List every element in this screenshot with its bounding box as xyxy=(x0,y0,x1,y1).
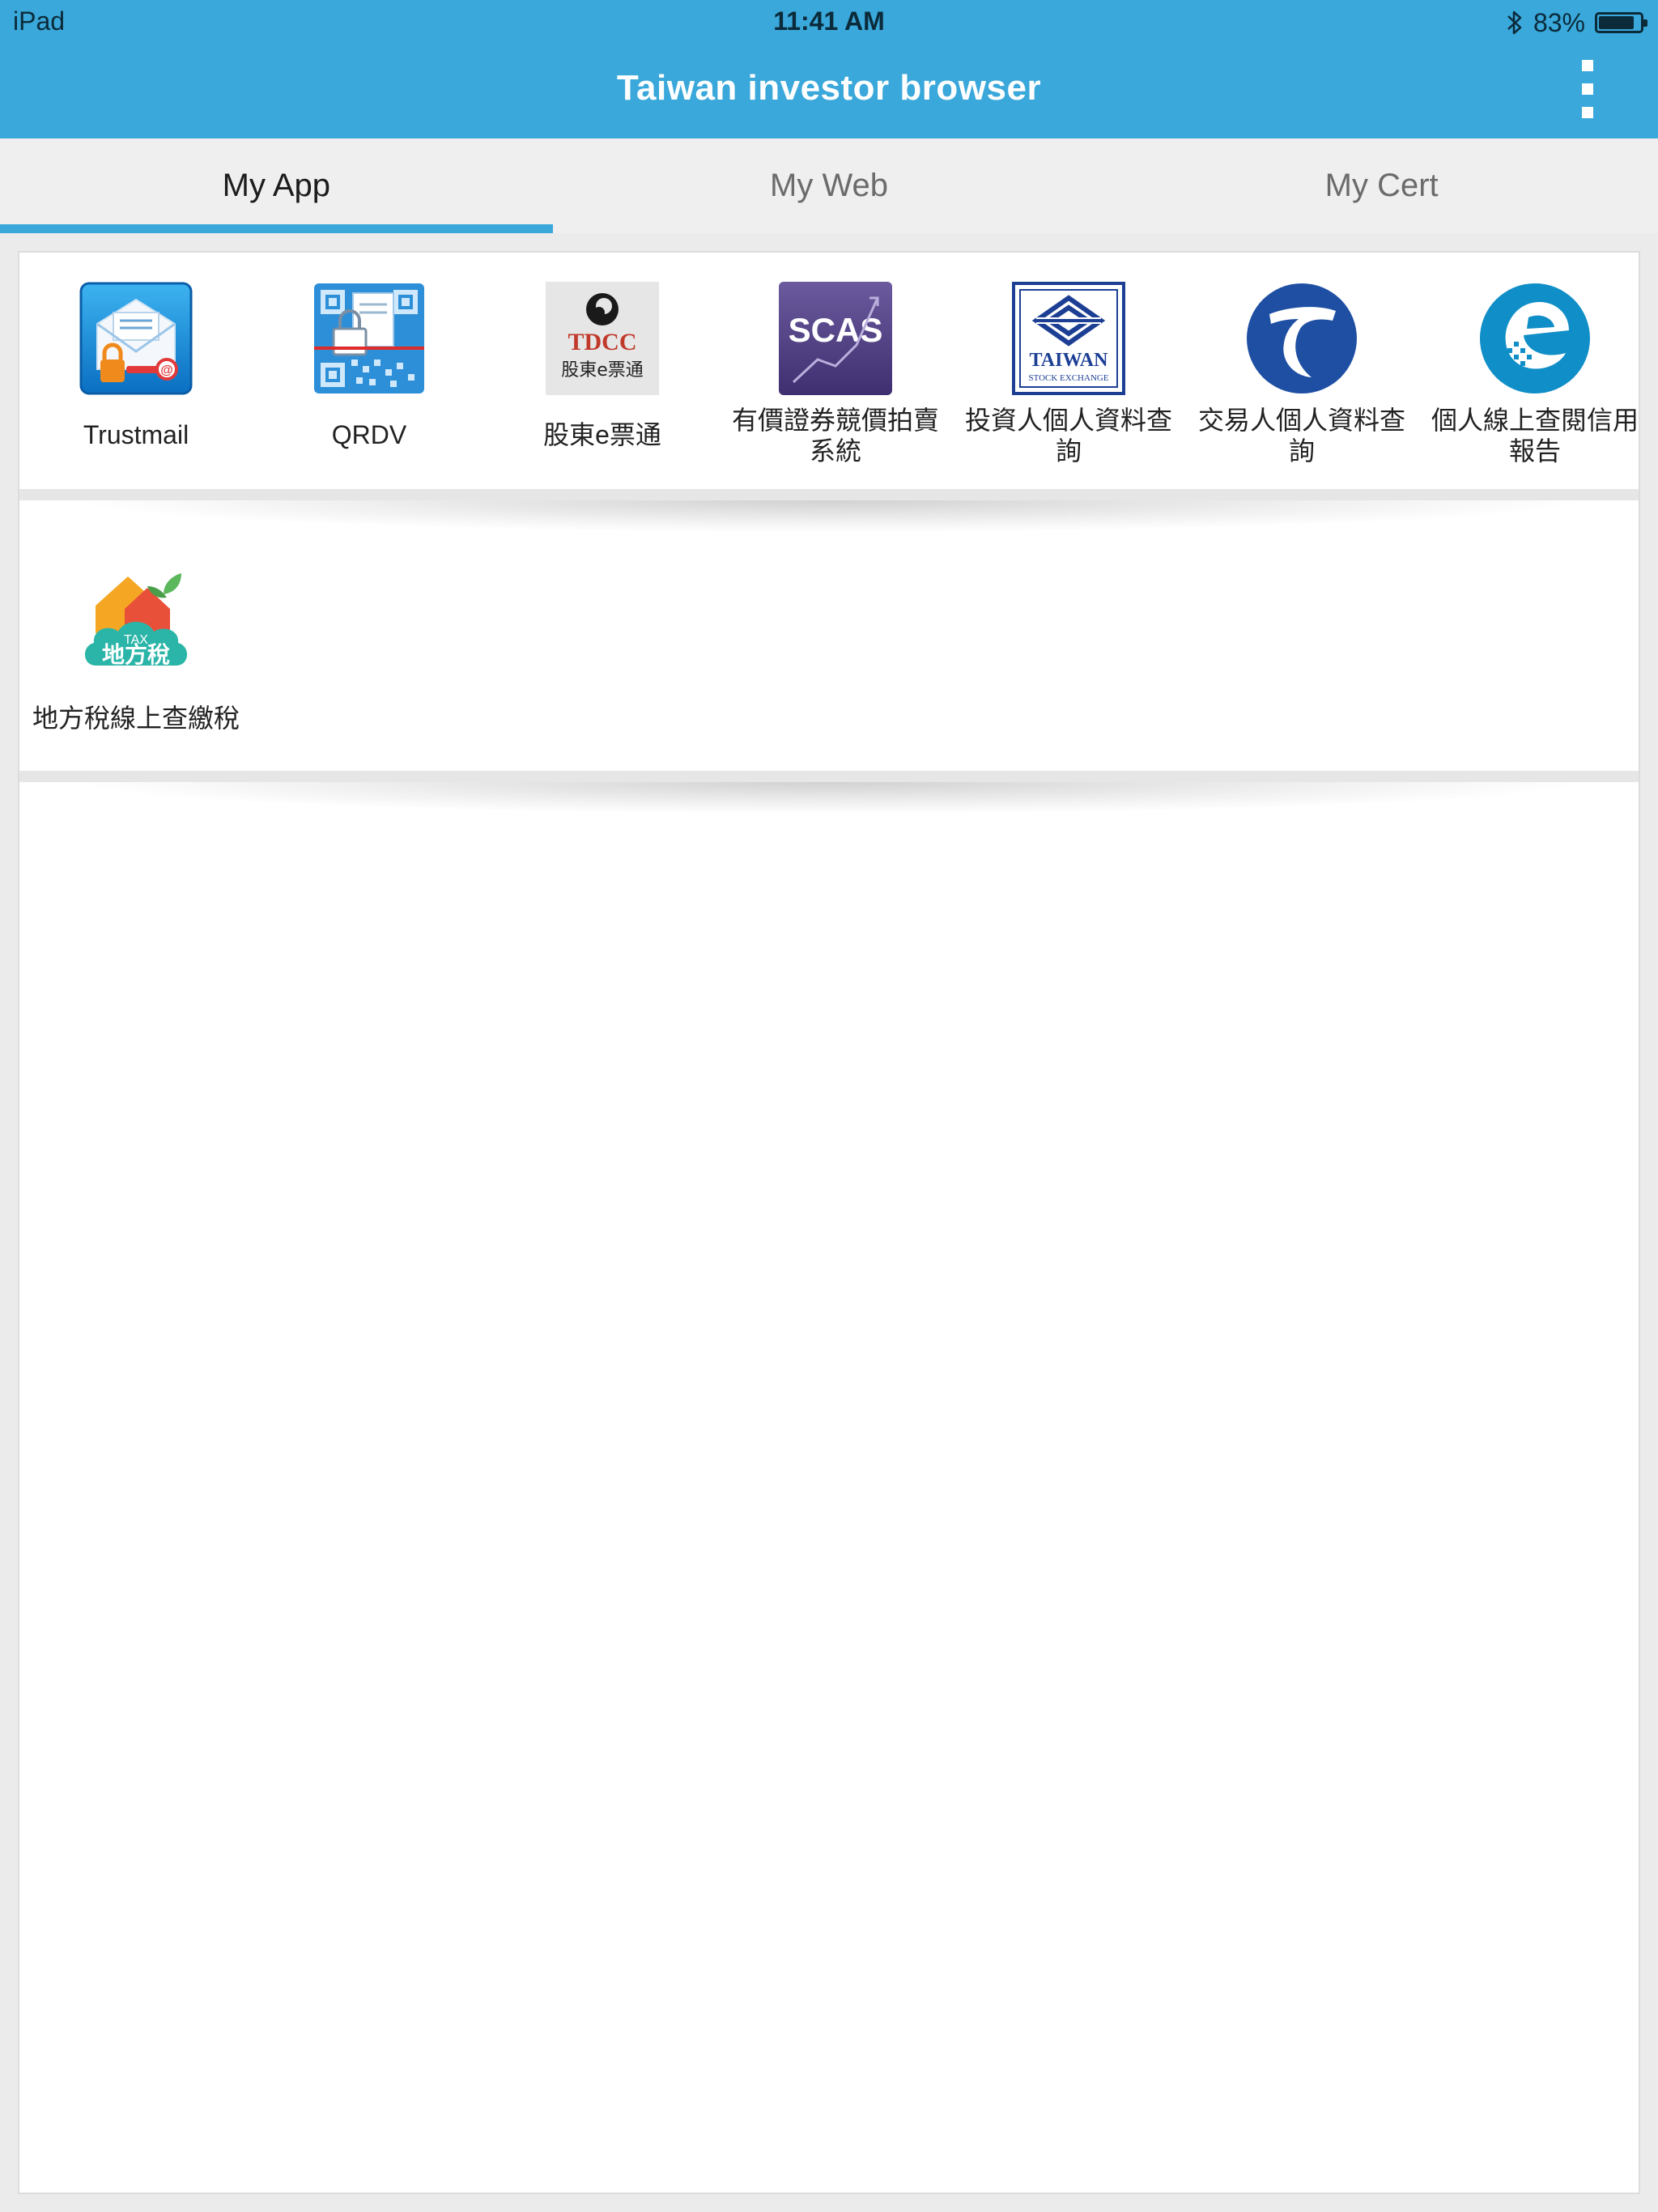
app-label: 有價證券競價拍賣 系統 xyxy=(719,405,952,466)
local-tax-cloud-icon: TAX 地方稅 xyxy=(79,565,193,678)
status-time: 11:41 AM xyxy=(773,6,885,36)
twse-logo-text: TAIWAN xyxy=(1030,350,1109,371)
app-shelf-1: @ Trustmail QRDV TDCC 股東e票通 股東e票通 SCAS 有… xyxy=(19,253,1639,487)
battery-percent: 83% xyxy=(1533,7,1585,37)
tab-my-web[interactable]: My Web xyxy=(553,138,1106,233)
app-grid-panel: @ Trustmail QRDV TDCC 股東e票通 股東e票通 SCAS 有… xyxy=(18,251,1640,2194)
status-indicators: 83% xyxy=(1506,6,1647,39)
shelf-divider xyxy=(19,771,1639,782)
svg-text:@: @ xyxy=(160,364,173,377)
tdcc-logo-subtext: 股東e票通 xyxy=(561,360,644,381)
page-title: Taiwan investor browser xyxy=(616,68,1042,108)
app-label: 個人線上查閱信用 報告 xyxy=(1418,405,1652,466)
taiwan-stock-exchange-icon: TAIWAN STOCK EXCHANGE xyxy=(1012,282,1125,395)
app-label: 投資人個人資料查 詢 xyxy=(952,405,1185,466)
qrdv-qr-lock-icon xyxy=(312,282,426,395)
app-label: 地方稅線上查繳稅 xyxy=(32,704,240,733)
battery-icon xyxy=(1595,12,1647,33)
scas-chart-icon: SCAS xyxy=(779,282,892,395)
jcic-e-logo-icon xyxy=(1478,282,1592,395)
tax-logo-subtext: 地方稅 xyxy=(102,641,170,668)
taifex-7-logo-icon xyxy=(1245,282,1358,395)
app-label-line: 交易人個人資料查 xyxy=(1197,406,1405,435)
tab-label: My Web xyxy=(770,168,888,203)
app-header: iPad 11:41 AM 83% Taiwan investor browse… xyxy=(0,0,1658,138)
app-qrdv[interactable]: QRDV xyxy=(253,282,486,450)
app-label-line: 投資人個人資料查 xyxy=(964,406,1172,435)
app-trustmail[interactable]: @ Trustmail xyxy=(19,282,253,450)
tab-label: My App xyxy=(222,168,331,203)
app-label-line: 報告 xyxy=(1508,436,1561,466)
app-jcic[interactable]: 個人線上查閱信用 報告 xyxy=(1418,282,1652,466)
app-tdcc[interactable]: TDCC 股東e票通 股東e票通 xyxy=(486,282,719,450)
app-label-line: 個人線上查閱信用 xyxy=(1431,406,1639,435)
app-scas[interactable]: SCAS 有價證券競價拍賣 系統 xyxy=(719,282,952,466)
tdcc-logo-icon: TDCC 股東e票通 xyxy=(546,282,659,395)
app-local-tax[interactable]: TAX 地方稅 地方稅線上查繳稅 xyxy=(19,565,253,734)
app-label-line: 系統 xyxy=(809,436,861,466)
app-label-line: 有價證券競價拍賣 xyxy=(731,406,939,435)
app-shelf-2: TAX 地方稅 地方稅線上查繳稅 xyxy=(19,500,1639,735)
app-taifex[interactable]: 交易人個人資料查 詢 xyxy=(1185,282,1418,466)
tdcc-logo-text: TDCC xyxy=(568,329,636,355)
shelf-divider xyxy=(19,489,1639,500)
twse-logo-subtext: STOCK EXCHANGE xyxy=(1028,373,1108,383)
app-label: 交易人個人資料查 詢 xyxy=(1185,405,1418,466)
app-label-line: 詢 xyxy=(1055,436,1082,466)
app-label: QRDV xyxy=(331,420,407,449)
shelf-shadow xyxy=(68,782,1590,815)
vertical-dots-menu-icon[interactable] xyxy=(1575,60,1601,118)
tab-bar: My App My Web My Cert xyxy=(0,138,1658,233)
status-bar: iPad 11:41 AM 83% xyxy=(0,0,1658,42)
app-label: 股東e票通 xyxy=(543,420,661,449)
tab-label: My Cert xyxy=(1324,168,1439,203)
tab-my-cert[interactable]: My Cert xyxy=(1105,138,1658,233)
bluetooth-icon xyxy=(1507,11,1522,35)
tab-my-app[interactable]: My App xyxy=(0,138,553,233)
app-label: Trustmail xyxy=(83,420,189,449)
app-label-line: 詢 xyxy=(1288,436,1315,466)
trustmail-envelope-icon: @ xyxy=(79,282,193,395)
app-twse[interactable]: TAIWAN STOCK EXCHANGE 投資人個人資料查 詢 xyxy=(952,282,1185,466)
